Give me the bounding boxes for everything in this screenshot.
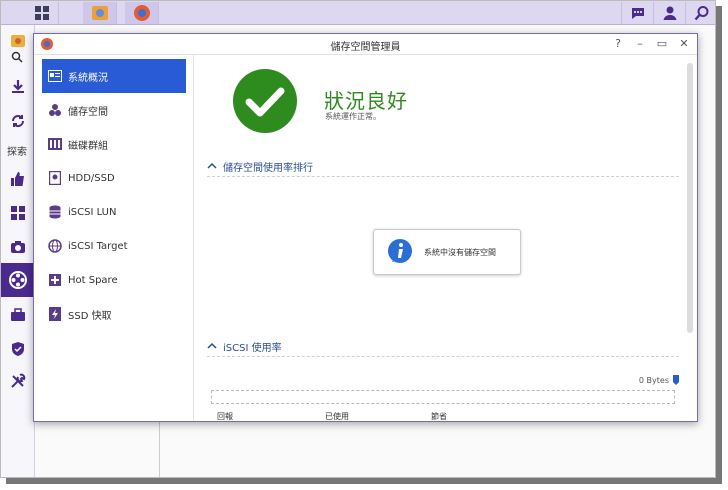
bytes-value: 0 Bytes: [638, 375, 669, 385]
taskbar: [1, 1, 715, 25]
empty-info-card: 系統中沒有儲存空間: [373, 229, 521, 275]
sidebar-app-camera[interactable]: [1, 233, 35, 261]
window-titlebar[interactable]: 儲存空間管理員 ? – ▭ ✕: [34, 34, 697, 55]
nav-item-label: 系統概況: [68, 72, 108, 84]
nav-item-iscsi-lun[interactable]: iSCSI LUN: [42, 195, 186, 229]
wrench-icon: [11, 373, 26, 388]
photo-icon: [11, 35, 25, 47]
nav-panel: 系統概況 儲存空間 磁碟群組 HDD/SSD iSCSI LUN iSCSI T…: [34, 55, 194, 421]
package-icon: [11, 206, 25, 220]
status-title: 狀況良好: [324, 89, 408, 113]
camera-icon: [11, 241, 25, 253]
iscsi-bytes: 0 Bytes: [639, 375, 679, 385]
search-button[interactable]: [685, 2, 715, 24]
user-icon: [663, 6, 676, 20]
nav-item-label: iSCSI LUN: [68, 206, 117, 218]
sidebar-search[interactable]: [1, 47, 35, 67]
storage-manager-icon: [133, 5, 150, 21]
section-iscsi-usage[interactable]: iSCSI 使用率: [207, 337, 679, 355]
disk-group-icon: [48, 137, 62, 151]
search-icon: [694, 6, 708, 21]
film-reel-icon: [9, 271, 27, 289]
minimize-button[interactable]: –: [633, 36, 647, 52]
background-divider: [159, 421, 160, 477]
section-title: 儲存空間使用率排行: [223, 162, 313, 174]
sidebar-app-storage-active[interactable]: [1, 263, 35, 297]
section-volume-usage[interactable]: 儲存空間使用率排行: [207, 157, 679, 175]
marker-icon: [673, 375, 679, 385]
search-icon: [11, 51, 23, 63]
sidebar-app-toolbox[interactable]: [1, 301, 35, 329]
file-station-icon: [91, 6, 108, 20]
sync-icon: [12, 115, 24, 127]
nav-item-label: 磁碟群組: [68, 140, 108, 152]
hdd-icon: [48, 171, 62, 185]
close-button[interactable]: ✕: [677, 36, 691, 52]
grid-icon: [34, 6, 49, 20]
nav-item-hot-spare[interactable]: Hot Spare: [42, 263, 186, 297]
status-subtitle: 系統運作正常。: [325, 112, 381, 121]
check-circle-icon: [233, 69, 297, 133]
taskbar-app-storage-manager[interactable]: [125, 2, 159, 24]
window-title: 儲存空間管理員: [330, 42, 401, 53]
briefcase-icon: [11, 308, 25, 321]
content-scrollbar[interactable]: [687, 63, 693, 333]
nav-item-volume[interactable]: 儲存空間: [42, 93, 186, 127]
nav-item-label: HDD/SSD: [68, 172, 115, 184]
nav-item-disk-group[interactable]: 磁碟群組: [42, 127, 186, 161]
desktop-sidebar: 探索: [1, 25, 35, 477]
shield-icon: [12, 342, 24, 356]
iscsi-lun-icon: [48, 205, 62, 219]
taskbar-app-file-station[interactable]: [83, 2, 117, 24]
section-divider: [207, 356, 679, 357]
sidebar-app-tools[interactable]: [1, 367, 35, 395]
thumbs-up-icon: [11, 172, 24, 186]
sidebar-app-like[interactable]: [1, 165, 35, 193]
sidebar-app-sync[interactable]: [1, 107, 35, 135]
chevron-up-icon: [207, 342, 219, 350]
sidebar-app-security[interactable]: [1, 335, 35, 363]
legend-saved: 節省: [431, 412, 447, 421]
user-button[interactable]: [653, 2, 685, 24]
info-icon: [388, 239, 412, 263]
nav-item-label: Hot Spare: [68, 274, 118, 286]
storage-manager-window: 儲存空間管理員 ? – ▭ ✕ 系統概況 儲存空間 磁碟群組 HDD/SSD i…: [33, 33, 698, 422]
nav-item-hdd-ssd[interactable]: HDD/SSD: [42, 161, 186, 195]
main-content: 狀況良好 系統運作正常。 儲存空間使用率排行 系統中沒有儲存空間 iSCSI 使…: [195, 55, 697, 421]
ssd-cache-icon: [48, 307, 62, 321]
empty-message: 系統中沒有儲存空間: [424, 247, 496, 257]
section-divider: [207, 176, 679, 177]
nav-item-ssd-cache[interactable]: SSD 快取: [42, 297, 186, 331]
volume-icon: [48, 103, 62, 117]
chat-bubble-icon: [631, 8, 644, 19]
nav-item-label: SSD 快取: [68, 310, 112, 322]
desktop: 探索 儲存空間管理員 ? – ▭ ✕ 系統概況 儲存空間 磁碟群組 HDD/SS…: [0, 0, 716, 478]
chevron-up-icon: [207, 162, 219, 170]
hot-spare-icon: [48, 273, 62, 287]
sidebar-app-package-center[interactable]: [1, 199, 35, 227]
iscsi-usage-bar: [211, 390, 675, 404]
legend-reported: 回報: [217, 412, 233, 421]
iscsi-target-icon: [48, 239, 62, 253]
sidebar-explore-label[interactable]: 探索: [7, 143, 27, 158]
legend-used: 已使用: [325, 412, 349, 421]
overview-icon: [48, 69, 62, 83]
help-button[interactable]: ?: [611, 36, 625, 52]
nav-item-overview[interactable]: 系統概況: [42, 59, 186, 93]
main-menu-button[interactable]: [25, 2, 59, 24]
nav-item-label: iSCSI Target: [68, 240, 128, 252]
maximize-button[interactable]: ▭: [655, 36, 669, 52]
section-title: iSCSI 使用率: [223, 342, 282, 354]
nav-item-label: 儲存空間: [68, 106, 108, 118]
sidebar-app-download[interactable]: [1, 73, 35, 101]
download-icon: [12, 80, 24, 93]
nav-item-iscsi-target[interactable]: iSCSI Target: [42, 229, 186, 263]
notifications-button[interactable]: [621, 2, 653, 24]
